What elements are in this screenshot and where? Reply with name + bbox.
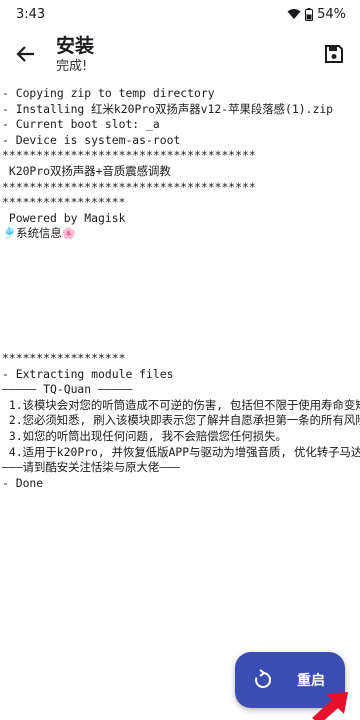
console-line: ****************** [2,195,126,210]
status-bar: 3:43 54% [0,0,360,28]
console-line: - Current boot slot: _a [2,117,160,132]
status-time: 3:43 [16,6,46,22]
reboot-label: 重启 [297,673,325,689]
title-block: 安装 完成! [56,34,94,76]
battery-icon [305,7,314,21]
status-icons: 54% [287,7,346,22]
console-line: - Device is system-as-root [2,132,181,147]
console-line: - Copying zip to temp directory [2,86,215,100]
app-bar: 安装 完成! [0,28,360,84]
save-log-button[interactable] [318,38,350,70]
console-line: ************************************* [2,148,256,163]
wifi-icon [287,9,301,19]
restart-icon [255,669,272,688]
console-line: 2.您必须知悉, 刷入该模块即表示您了解并自愿承担第一条的所有风险。 [2,413,360,428]
console-line: ****************** [2,351,126,366]
console-line: ************************************* [2,179,256,194]
page-subtitle: 完成! [56,59,88,74]
console-line: K20Pro双扬声器+音质震感调教 [2,163,171,178]
console-output[interactable]: - Copying zip to temp directory - Install… [0,86,360,720]
console-line: ————— TQ-Quan ————— [2,382,133,397]
red-pointer-arrow-icon [312,692,348,720]
console-line: - Extracting module files [2,366,174,381]
save-icon [325,45,343,63]
console-line: 🎐系统信息🌸 [2,226,76,241]
console-line: ———请到酷安关注恬柒与原大佬——— [2,460,180,475]
console-line: 3.如您的听筒出现任何问题, 我不会赔偿您任何损失。 [2,429,287,444]
console-line: 4.适用于k20Pro, 并恢复低版APP与驱动为增强音质, 优化转子马达震感 [2,444,360,459]
page-title: 安装 [56,35,95,57]
back-button[interactable] [8,36,44,72]
console-line: - Installing 红米k20Pro双扬声器v12-苹果段落感(1).zi… [2,101,334,116]
console-line: - Done [2,475,44,490]
arrow-left-icon [16,46,34,62]
console-line: 1.该模块会对您的听筒造成不可逆的伤害, 包括但不限于使用寿命变短, [2,397,360,412]
console-line: Powered by Magisk [2,210,126,225]
battery-level: 54% [317,6,346,22]
